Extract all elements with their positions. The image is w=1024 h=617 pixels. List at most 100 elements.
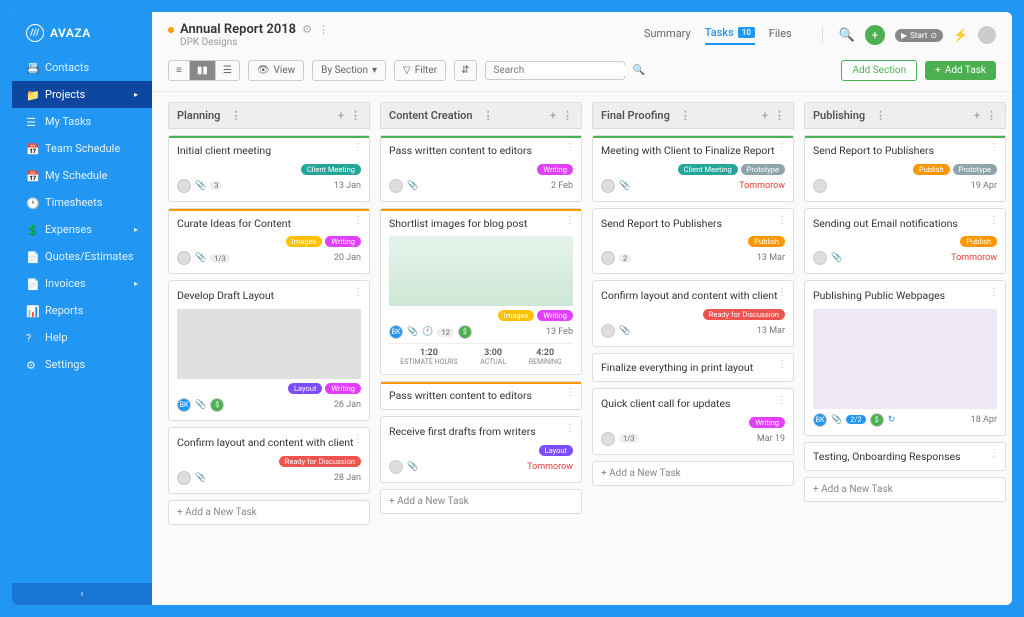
card-more-icon[interactable]: ⋮ bbox=[989, 142, 999, 153]
task-card[interactable]: ⋮Meeting with Client to Finalize ReportC… bbox=[592, 135, 794, 202]
gear-icon[interactable]: ⚙ bbox=[302, 23, 312, 36]
column-menu-icon[interactable]: ⋮ bbox=[562, 109, 573, 122]
sidebar-item-help[interactable]: ?Help bbox=[12, 324, 152, 351]
sidebar-item-expenses[interactable]: 💲Expenses▸ bbox=[12, 216, 152, 243]
sidebar-item-label: Projects bbox=[45, 88, 85, 101]
sidebar-item-settings[interactable]: ⚙Settings bbox=[12, 351, 152, 378]
attachment-icon: 📎 bbox=[407, 327, 418, 337]
card-more-icon[interactable]: ⋮ bbox=[777, 215, 787, 226]
column-more-icon[interactable]: ⋮ bbox=[483, 109, 494, 122]
card-more-icon[interactable]: ⋮ bbox=[777, 142, 787, 153]
task-card[interactable]: Testing, Onboarding Responses ⋮ bbox=[804, 442, 1006, 471]
column-menu-icon[interactable]: ⋮ bbox=[350, 109, 361, 122]
user-avatar[interactable] bbox=[978, 26, 996, 44]
card-more-icon[interactable]: ⋮ bbox=[353, 287, 363, 298]
task-card[interactable]: ⋮Receive first drafts from writersLayout… bbox=[380, 416, 582, 483]
task-card[interactable]: Pass written content to editors⋮ bbox=[380, 381, 582, 410]
add-task-inline-button[interactable]: + Add a New Task bbox=[380, 489, 582, 514]
task-card[interactable]: ⋮Publishing Public WebpagesBK📎2/2$↻18 Ap… bbox=[804, 280, 1006, 436]
sidebar-item-projects[interactable]: 📁Projects▸ bbox=[12, 81, 152, 108]
add-task-inline-button[interactable]: + Add a New Task bbox=[592, 461, 794, 486]
search-input[interactable] bbox=[494, 65, 627, 76]
by-section-dropdown[interactable]: By Section ▾ bbox=[312, 60, 386, 81]
add-task-inline-button[interactable]: + Add a New Task bbox=[804, 477, 1006, 502]
start-timer-button[interactable]: ▶ Start ⊙ bbox=[895, 29, 943, 42]
collapse-toggle-button[interactable]: ⇵ bbox=[454, 60, 476, 81]
list-view-button[interactable]: ≡ bbox=[169, 61, 190, 80]
card-more-icon[interactable]: ⋮ bbox=[353, 434, 363, 445]
card-date: 13 Feb bbox=[546, 327, 573, 337]
sidebar-item-my-schedule[interactable]: 📅My Schedule bbox=[12, 162, 152, 189]
column-add-icon[interactable]: + bbox=[974, 109, 980, 122]
task-card[interactable]: ⋮Confirm layout and content with clientR… bbox=[592, 280, 794, 347]
add-section-button[interactable]: Add Section bbox=[841, 60, 917, 81]
column-menu-icon[interactable]: ⋮ bbox=[774, 109, 785, 122]
card-more-icon[interactable]: ⋮ bbox=[565, 142, 575, 153]
column-add-icon[interactable]: + bbox=[762, 109, 768, 122]
task-card[interactable]: ⋮Quick client call for updatesWriting1/3… bbox=[592, 388, 794, 455]
title-block: Annual Report 2018 ⚙ ⋮ DPK Designs bbox=[168, 22, 634, 48]
board-view-button[interactable]: ▮▮ bbox=[190, 61, 216, 80]
card-title: Sending out Email notifications bbox=[813, 217, 997, 231]
add-button[interactable]: + bbox=[865, 25, 885, 45]
brand-logo[interactable]: /// AVAZA bbox=[12, 12, 152, 54]
card-more-icon[interactable]: ⋮ bbox=[565, 423, 575, 434]
column-more-icon[interactable]: ⋮ bbox=[230, 109, 241, 122]
sidebar-item-quotes-estimates[interactable]: 📄Quotes/Estimates bbox=[12, 243, 152, 270]
attachment-icon: 📎 bbox=[195, 400, 206, 410]
sidebar-item-reports[interactable]: 📊Reports bbox=[12, 297, 152, 324]
compact-view-button[interactable]: ☰ bbox=[216, 61, 239, 80]
column-add-icon[interactable]: + bbox=[338, 109, 344, 122]
add-task-button[interactable]: + Add Task bbox=[925, 61, 996, 80]
task-card[interactable]: ⋮Send Report to PublishersPublish213 Mar bbox=[592, 208, 794, 275]
card-more-icon[interactable]: ⋮ bbox=[353, 215, 363, 226]
task-card[interactable]: ⋮Confirm layout and content with clientR… bbox=[168, 427, 370, 494]
card-more-icon[interactable]: ⋮ bbox=[353, 142, 363, 153]
sidebar-item-contacts[interactable]: 📇Contacts bbox=[12, 54, 152, 81]
column-menu-icon[interactable]: ⋮ bbox=[986, 109, 997, 122]
card-more-icon[interactable]: ⋮ bbox=[989, 448, 999, 459]
column-more-icon[interactable]: ⋮ bbox=[875, 109, 886, 122]
card-more-icon[interactable]: ⋮ bbox=[565, 215, 575, 226]
card-date: 2 Feb bbox=[551, 181, 573, 191]
add-task-inline-button[interactable]: + Add a New Task bbox=[168, 500, 370, 525]
nav-icon: ⚙ bbox=[26, 359, 37, 370]
filter-button[interactable]: ▽ Filter bbox=[394, 60, 446, 81]
card-more-icon[interactable]: ⋮ bbox=[989, 287, 999, 298]
task-card[interactable]: ⋮Pass written content to editorsWriting📎… bbox=[380, 135, 582, 202]
task-card[interactable]: ⋮Sending out Email notificationsPublish📎… bbox=[804, 208, 1006, 275]
sidebar-collapse-button[interactable]: ‹ bbox=[12, 583, 152, 605]
card-title: Testing, Onboarding Responses bbox=[813, 450, 961, 463]
sidebar-item-team-schedule[interactable]: 📅Team Schedule bbox=[12, 135, 152, 162]
card-title: Meeting with Client to Finalize Report bbox=[601, 144, 785, 158]
avatar-icon bbox=[389, 179, 403, 193]
task-card[interactable]: ⋮Send Report to PublishersPublishPrototy… bbox=[804, 135, 1006, 202]
task-card[interactable]: Finalize everything in print layout⋮ bbox=[592, 353, 794, 382]
task-card[interactable]: ⋮Initial client meetingClient Meeting📎31… bbox=[168, 135, 370, 202]
card-more-icon[interactable]: ⋮ bbox=[777, 359, 787, 370]
column-more-icon[interactable]: ⋮ bbox=[680, 109, 691, 122]
card-more-icon[interactable]: ⋮ bbox=[777, 287, 787, 298]
cards-list: ⋮Meeting with Client to Finalize ReportC… bbox=[592, 135, 794, 455]
more-icon[interactable]: ⋮ bbox=[318, 23, 329, 36]
tag-row: Layout bbox=[389, 445, 573, 456]
tag: Prototype bbox=[741, 164, 785, 175]
task-card[interactable]: ⋮Shortlist images for blog postImagesWri… bbox=[380, 208, 582, 376]
card-more-icon[interactable]: ⋮ bbox=[777, 395, 787, 406]
chevron-collapse-icon: ⇵ bbox=[461, 65, 469, 76]
tab-tasks[interactable]: Tasks 10 bbox=[705, 26, 755, 45]
tab-files[interactable]: Files bbox=[769, 27, 792, 44]
sidebar-item-my-tasks[interactable]: ☰My Tasks bbox=[12, 108, 152, 135]
task-card[interactable]: ⋮Curate Ideas for ContentImagesWriting📎1… bbox=[168, 208, 370, 275]
card-title: Shortlist images for blog post bbox=[389, 217, 573, 231]
sidebar-item-invoices[interactable]: 📄Invoices▸ bbox=[12, 270, 152, 297]
bolt-icon[interactable]: ⚡ bbox=[953, 28, 968, 42]
task-card[interactable]: ⋮Develop Draft LayoutLayoutWritingBK📎$26… bbox=[168, 280, 370, 421]
card-more-icon[interactable]: ⋮ bbox=[989, 215, 999, 226]
card-more-icon[interactable]: ⋮ bbox=[565, 387, 575, 398]
sidebar-item-timesheets[interactable]: 🕐Timesheets bbox=[12, 189, 152, 216]
tab-summary[interactable]: Summary bbox=[644, 27, 691, 44]
view-button[interactable]: 👁 View bbox=[248, 60, 304, 81]
column-add-icon[interactable]: + bbox=[550, 109, 556, 122]
search-icon[interactable]: 🔍 bbox=[839, 28, 855, 43]
